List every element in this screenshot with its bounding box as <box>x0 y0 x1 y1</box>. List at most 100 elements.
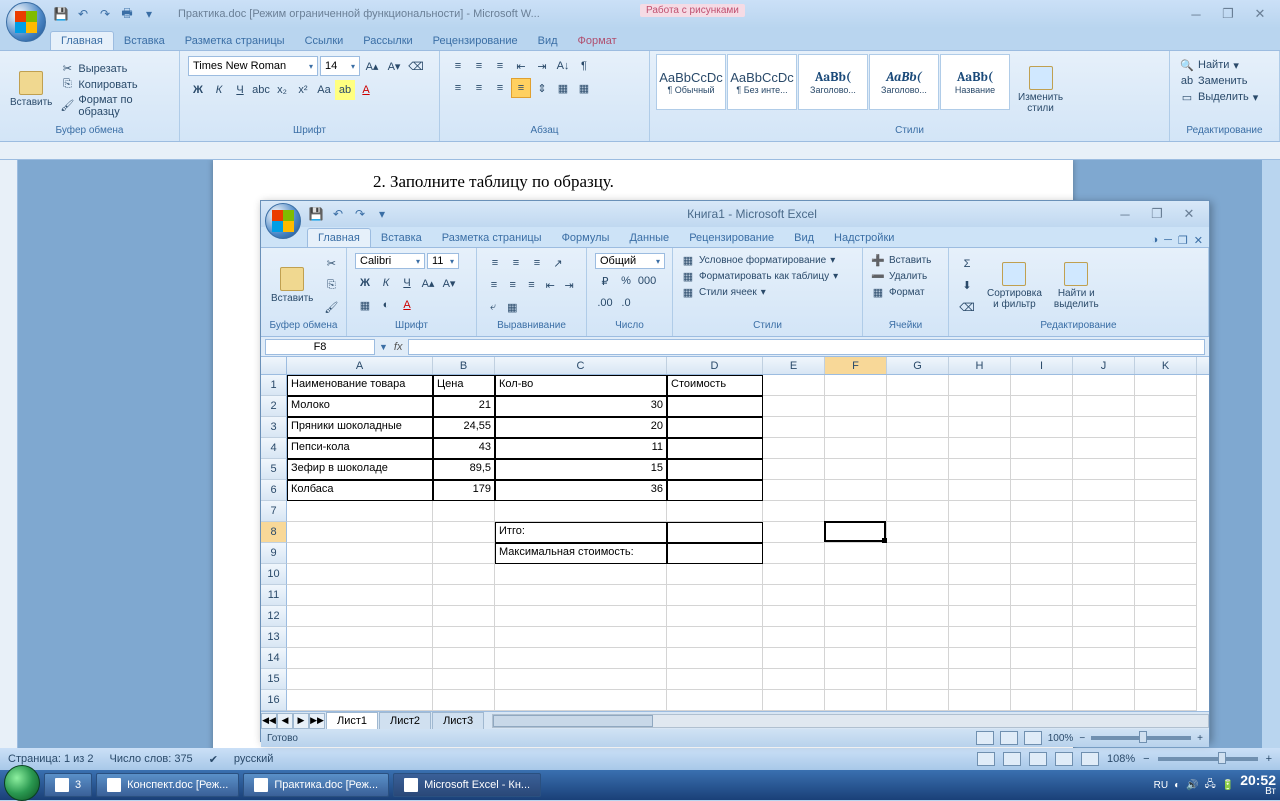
tab-layout[interactable]: Разметка страницы <box>175 32 295 50</box>
cell-F11[interactable] <box>825 585 887 606</box>
print-layout-view[interactable] <box>977 752 995 766</box>
cell-C10[interactable] <box>495 564 667 585</box>
replace-button[interactable]: abЗаменить <box>1180 74 1269 88</box>
cell-G16[interactable] <box>887 690 949 711</box>
cell-K7[interactable] <box>1135 501 1197 522</box>
cell-K6[interactable] <box>1135 480 1197 501</box>
excel-redo-icon[interactable]: ↷ <box>351 205 369 223</box>
row-header-15[interactable]: 15 <box>261 669 287 690</box>
task-item-0[interactable]: Конспект.doc [Реж... <box>96 773 239 797</box>
cell-A2[interactable]: Молоко <box>287 396 433 417</box>
excel-fontcolor[interactable]: A <box>397 295 417 315</box>
cell-I7[interactable] <box>1011 501 1073 522</box>
cell-C13[interactable] <box>495 627 667 648</box>
cell-H10[interactable] <box>949 564 1011 585</box>
dec-dec[interactable]: .0 <box>616 293 636 313</box>
page-layout-view[interactable] <box>1000 731 1018 745</box>
excel-tab-addins[interactable]: Надстройки <box>824 229 904 247</box>
cell-D8[interactable] <box>667 522 763 543</box>
indent-dec-button[interactable]: ⇤ <box>511 56 531 76</box>
cell-G11[interactable] <box>887 585 949 606</box>
cell-E5[interactable] <box>763 459 825 480</box>
vertical-ruler[interactable] <box>0 160 18 760</box>
cell-G12[interactable] <box>887 606 949 627</box>
word-count-status[interactable]: Число слов: 375 <box>110 753 193 765</box>
col-header-J[interactable]: J <box>1073 357 1135 374</box>
excel-tab-review[interactable]: Рецензирование <box>679 229 784 247</box>
currency[interactable]: ₽ <box>595 271 615 291</box>
align-bot[interactable]: ≡ <box>527 253 547 273</box>
cell-D6[interactable] <box>667 480 763 501</box>
cell-J3[interactable] <box>1073 417 1135 438</box>
excel-copy-button[interactable]: ⎘ <box>321 276 341 296</box>
cell-J15[interactable] <box>1073 669 1135 690</box>
start-button[interactable] <box>4 765 40 801</box>
cell-D7[interactable] <box>667 501 763 522</box>
col-header-H[interactable]: H <box>949 357 1011 374</box>
excel-tab-data[interactable]: Данные <box>619 229 679 247</box>
web-view[interactable] <box>1029 752 1047 766</box>
format-painter-button[interactable]: 🖌Формат по образцу <box>60 94 173 118</box>
tab-review[interactable]: Рецензирование <box>423 32 528 50</box>
tray-icon[interactable]: ◐ <box>1174 780 1180 791</box>
save-icon[interactable]: 💾 <box>52 5 70 23</box>
cell-G8[interactable] <box>887 522 949 543</box>
cell-J6[interactable] <box>1073 480 1135 501</box>
cell-K8[interactable] <box>1135 522 1197 543</box>
select-all-corner[interactable] <box>261 357 287 374</box>
fx-icon[interactable]: fx <box>394 341 403 353</box>
cell-J7[interactable] <box>1073 501 1135 522</box>
row-header-11[interactable]: 11 <box>261 585 287 606</box>
cell-E1[interactable] <box>763 375 825 396</box>
excel-cut-button[interactable]: ✂ <box>321 254 341 274</box>
mdi-minimize-button[interactable]: ─ <box>1164 234 1172 247</box>
cell-H15[interactable] <box>949 669 1011 690</box>
cell-H2[interactable] <box>949 396 1011 417</box>
cell-G3[interactable] <box>887 417 949 438</box>
cell-C14[interactable] <box>495 648 667 669</box>
help-icon[interactable]: ◑ <box>1151 234 1158 247</box>
last-sheet-button[interactable]: ▶▶ <box>309 713 325 729</box>
borders-button[interactable]: ▦ <box>574 78 594 98</box>
cell-F3[interactable] <box>825 417 887 438</box>
align-top[interactable]: ≡ <box>485 253 505 273</box>
comma[interactable]: 000 <box>637 271 657 291</box>
cell-C11[interactable] <box>495 585 667 606</box>
draft-view[interactable] <box>1081 752 1099 766</box>
cell-B15[interactable] <box>433 669 495 690</box>
align-right[interactable]: ≡ <box>523 275 541 295</box>
formula-bar[interactable] <box>408 339 1205 355</box>
cell-A5[interactable]: Зефир в шоколаде <box>287 459 433 480</box>
align-mid[interactable]: ≡ <box>506 253 526 273</box>
cell-H1[interactable] <box>949 375 1011 396</box>
close-button[interactable]: ✕ <box>1248 5 1272 23</box>
grow-font-button[interactable]: A▴ <box>362 56 382 76</box>
font-color-button[interactable]: A <box>356 80 376 100</box>
cell-I11[interactable] <box>1011 585 1073 606</box>
cell-B7[interactable] <box>433 501 495 522</box>
cell-D13[interactable] <box>667 627 763 648</box>
delete-cells-button[interactable]: ➖Удалить <box>871 269 940 283</box>
outline-view[interactable] <box>1055 752 1073 766</box>
cell-K10[interactable] <box>1135 564 1197 585</box>
tab-references[interactable]: Ссылки <box>295 32 354 50</box>
excel-zoom-level[interactable]: 100% <box>1048 733 1074 744</box>
style-item-4[interactable]: AaBb(Название <box>940 54 1010 110</box>
superscript-button[interactable]: x² <box>293 80 313 100</box>
cell-G10[interactable] <box>887 564 949 585</box>
excel-zoom-slider[interactable] <box>1091 736 1191 740</box>
cell-G4[interactable] <box>887 438 949 459</box>
cell-J13[interactable] <box>1073 627 1135 648</box>
excel-tab-home[interactable]: Главная <box>307 228 371 247</box>
excel-underline[interactable]: Ч <box>397 273 417 293</box>
excel-size-combo[interactable]: 11▾ <box>427 253 459 269</box>
row-header-16[interactable]: 16 <box>261 690 287 711</box>
wrap-text[interactable]: ⤶ <box>485 297 501 317</box>
cell-B12[interactable] <box>433 606 495 627</box>
redo-icon[interactable]: ↷ <box>96 5 114 23</box>
shading-button[interactable]: ▦ <box>553 78 573 98</box>
cell-F10[interactable] <box>825 564 887 585</box>
normal-view[interactable] <box>976 731 994 745</box>
row-header-2[interactable]: 2 <box>261 396 287 417</box>
excel-tab-insert[interactable]: Вставка <box>371 229 432 247</box>
